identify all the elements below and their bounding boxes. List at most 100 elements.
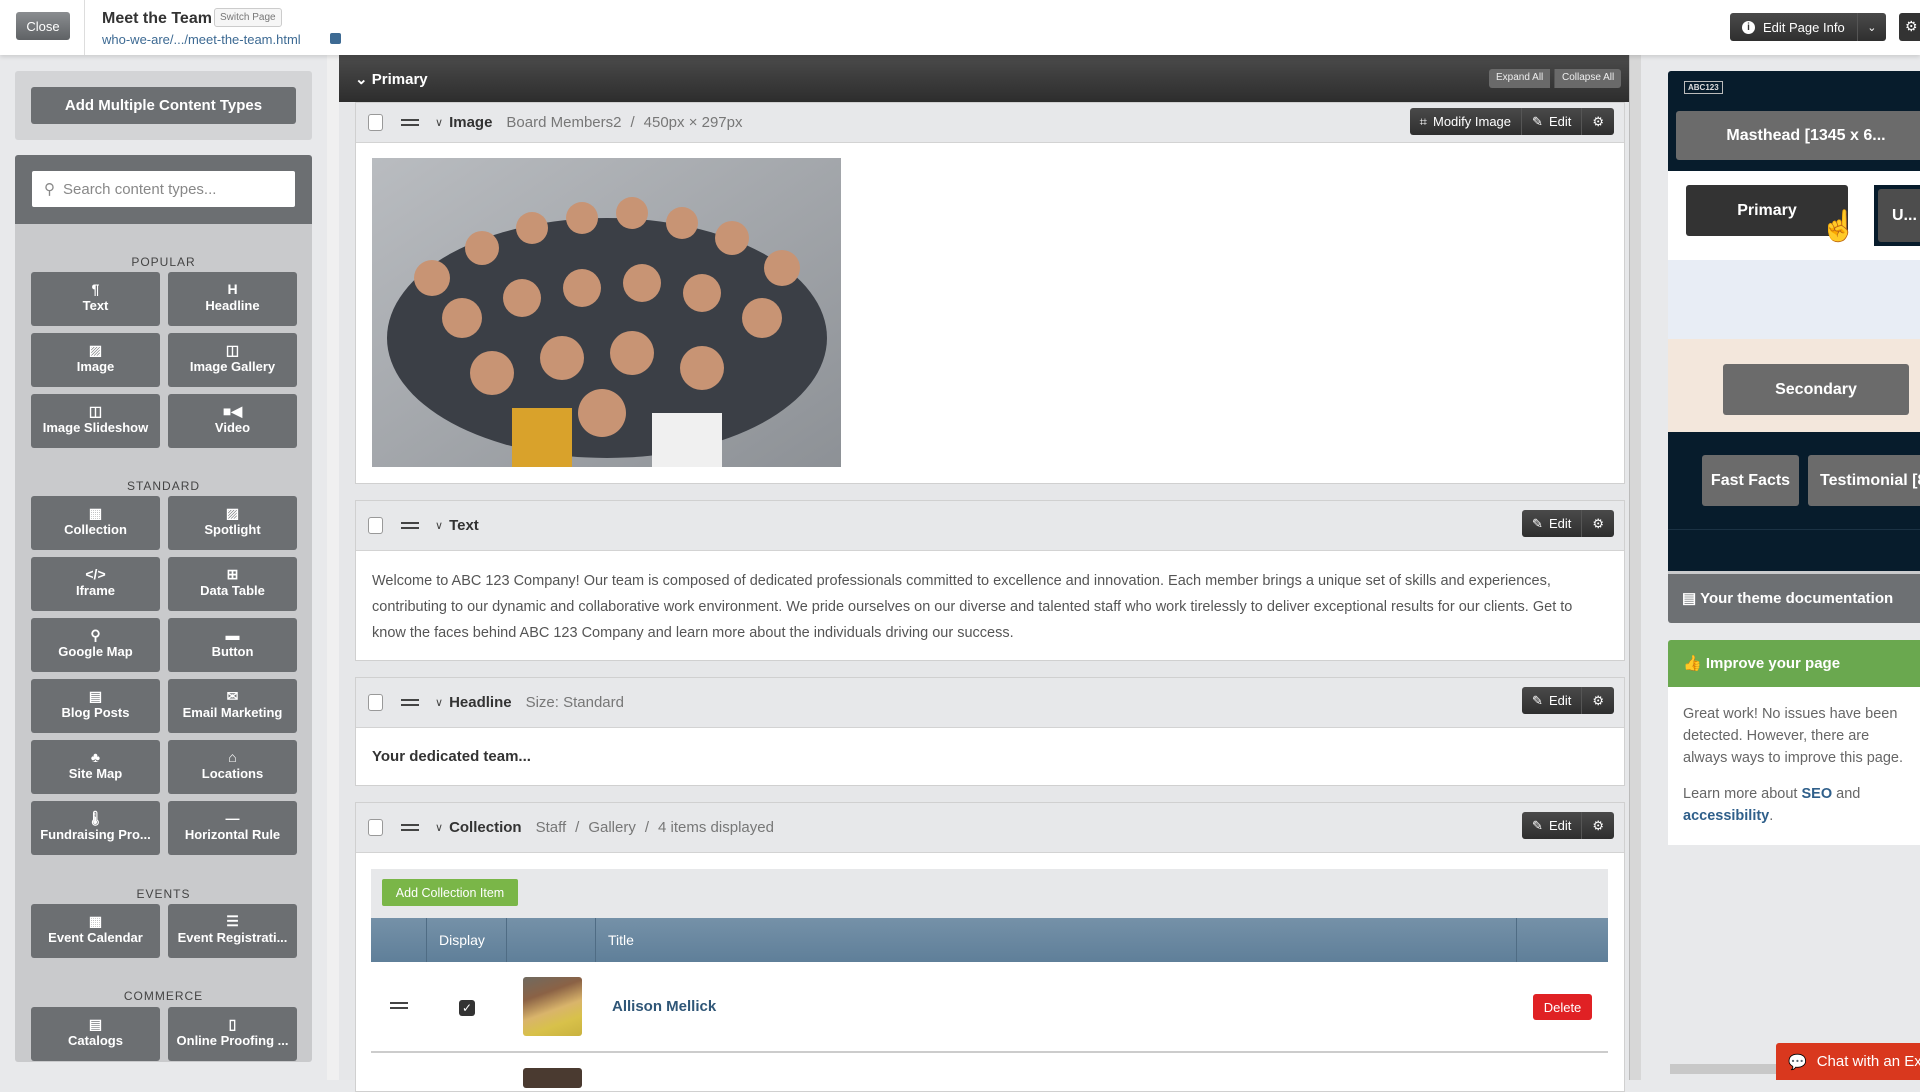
content-type-headline[interactable]: H Headline bbox=[168, 272, 297, 326]
content-type-collection[interactable]: ▦ Collection bbox=[31, 496, 160, 550]
content-type-label: Iframe bbox=[75, 583, 116, 598]
modify-image-button[interactable]: ⌗ Modify Image bbox=[1410, 108, 1523, 135]
block-settings-button[interactable]: ⚙ bbox=[1582, 812, 1614, 839]
content-type-label: Locations bbox=[201, 766, 264, 781]
content-type-icon: ▤ bbox=[88, 688, 103, 704]
theme-documentation-link[interactable]: ▤ Your theme documentation bbox=[1668, 574, 1920, 623]
block-settings-button[interactable]: ⚙ bbox=[1582, 687, 1614, 714]
display-checkbox[interactable]: ✓ bbox=[459, 1000, 475, 1016]
content-type-icon: ⊞ bbox=[226, 566, 239, 582]
info-icon: i bbox=[1742, 20, 1755, 34]
headline-block: ∨ Headline Size: Standard ✎ Edit ⚙ Your d… bbox=[355, 677, 1625, 786]
content-type-email-marketing[interactable]: ✉ Email Marketing bbox=[168, 679, 297, 733]
content-type-horizontal-rule[interactable]: — Horizontal Rule bbox=[168, 801, 297, 855]
content-type-image[interactable]: ▨ Image bbox=[31, 333, 160, 387]
sidebar-scrollbar[interactable] bbox=[327, 55, 339, 1080]
column-header-display[interactable]: Display bbox=[427, 918, 507, 962]
drag-handle-icon[interactable] bbox=[401, 824, 419, 831]
settings-button[interactable]: ⚙ bbox=[1899, 13, 1920, 41]
content-type-label: Button bbox=[211, 644, 254, 659]
content-type-icon: H bbox=[227, 281, 238, 297]
fast-facts-region-button[interactable]: Fast Facts bbox=[1702, 455, 1799, 506]
seo-link[interactable]: SEO bbox=[1802, 786, 1833, 802]
edit-button[interactable]: ✎ Edit bbox=[1522, 510, 1583, 537]
chat-button[interactable]: 💬 Chat with an Ex bbox=[1776, 1043, 1920, 1080]
pencil-icon: ✎ bbox=[1532, 113, 1543, 129]
block-settings-button[interactable]: ⚙ bbox=[1582, 510, 1614, 537]
content-type-locations[interactable]: ⌂ Locations bbox=[168, 740, 297, 794]
region-header-primary: ⌄ Primary Expand All Collapse All bbox=[339, 55, 1629, 102]
block-checkbox[interactable] bbox=[368, 694, 383, 711]
block-toolbar: ⌗ Modify Image ✎ Edit ⚙ bbox=[1409, 108, 1614, 135]
content-type-icon: ▨ bbox=[225, 505, 240, 521]
text-body: Welcome to ABC 123 Company! Our team is … bbox=[372, 573, 1573, 641]
content-type-fundraising-pro[interactable]: 🌡 Fundraising Pro... bbox=[31, 801, 160, 855]
content-type-icon: ▯ bbox=[228, 1016, 237, 1032]
testimonial-region-button[interactable]: Testimonial [8 bbox=[1808, 455, 1920, 506]
content-type-label: Spotlight bbox=[204, 522, 261, 537]
chevron-down-icon[interactable]: ∨ bbox=[435, 696, 443, 709]
content-type-icon: ▨ bbox=[88, 342, 103, 358]
drag-handle-icon[interactable] bbox=[390, 1002, 408, 1009]
collection-table-header: Display Title bbox=[371, 918, 1608, 962]
content-type-blog-posts[interactable]: ▤ Blog Posts bbox=[31, 679, 160, 733]
block-checkbox[interactable] bbox=[368, 517, 383, 534]
switch-page-button[interactable]: Switch Page bbox=[214, 8, 282, 27]
drag-handle-icon[interactable] bbox=[401, 522, 419, 529]
chevron-down-icon[interactable]: ∨ bbox=[435, 821, 443, 834]
chevron-down-icon[interactable]: ∨ bbox=[435, 519, 443, 532]
content-type-site-map[interactable]: ♣ Site Map bbox=[31, 740, 160, 794]
content-type-text[interactable]: ¶ Text bbox=[31, 272, 160, 326]
section-heading: STANDARD bbox=[126, 479, 201, 493]
region-title[interactable]: ⌄ Primary bbox=[355, 70, 428, 88]
expand-all-button[interactable]: Expand All bbox=[1489, 69, 1551, 88]
table-row bbox=[371, 1055, 1608, 1088]
column-header-title[interactable]: Title bbox=[596, 918, 1517, 962]
pencil-icon: ✎ bbox=[1532, 692, 1543, 708]
block-checkbox[interactable] bbox=[368, 819, 383, 836]
item-title-link[interactable]: Allison Mellick bbox=[612, 998, 716, 1015]
content-type-label: Horizontal Rule bbox=[184, 827, 281, 842]
collapse-all-button[interactable]: Collapse All bbox=[1554, 69, 1622, 88]
u-region-button[interactable]: U... bbox=[1878, 189, 1920, 242]
block-settings-button[interactable]: ⚙ bbox=[1582, 108, 1614, 135]
masthead-region-button[interactable]: Masthead [1345 x 6... bbox=[1676, 111, 1920, 160]
headline-text: Your dedicated team... bbox=[372, 748, 531, 765]
chevron-down-icon[interactable]: ⌄ bbox=[1858, 21, 1886, 34]
content-type-data-table[interactable]: ⊞ Data Table bbox=[168, 557, 297, 611]
close-button[interactable]: Close bbox=[16, 12, 70, 40]
delete-button[interactable]: Delete bbox=[1533, 994, 1592, 1020]
secondary-region-button[interactable]: Secondary bbox=[1723, 364, 1909, 415]
block-checkbox[interactable] bbox=[368, 114, 383, 131]
content-type-google-map[interactable]: ⚲ Google Map bbox=[31, 618, 160, 672]
edit-button[interactable]: ✎ Edit bbox=[1522, 108, 1583, 135]
content-type-video[interactable]: ■◀ Video bbox=[168, 394, 297, 448]
add-collection-item-button[interactable]: Add Collection Item bbox=[382, 879, 518, 906]
edit-button[interactable]: ✎ Edit bbox=[1522, 687, 1583, 714]
content-type-label: Catalogs bbox=[68, 1033, 123, 1048]
content-type-event-calendar[interactable]: ▦ Event Calendar bbox=[31, 904, 160, 958]
block-toolbar: ✎ Edit ⚙ bbox=[1522, 510, 1614, 537]
content-type-image-gallery[interactable]: ◫ Image Gallery bbox=[168, 333, 297, 387]
edit-page-info-button[interactable]: i Edit Page Info ⌄ bbox=[1730, 13, 1886, 41]
content-type-button[interactable]: ▬ Button bbox=[168, 618, 297, 672]
content-type-catalogs[interactable]: ▤ Catalogs bbox=[31, 1007, 160, 1061]
drag-handle-icon[interactable] bbox=[401, 119, 419, 126]
horizontal-scrollbar[interactable] bbox=[1670, 1064, 1780, 1074]
content-type-spotlight[interactable]: ▨ Spotlight bbox=[168, 496, 297, 550]
drag-handle-icon[interactable] bbox=[401, 699, 419, 706]
accessibility-link[interactable]: accessibility bbox=[1683, 808, 1769, 824]
main-scrollbar[interactable] bbox=[1629, 55, 1641, 1080]
content-type-event-registrati[interactable]: ☰ Event Registrati... bbox=[168, 904, 297, 958]
external-link-icon[interactable] bbox=[330, 33, 341, 44]
content-type-iframe[interactable]: </> Iframe bbox=[31, 557, 160, 611]
page-url-link[interactable]: who-we-are/.../meet-the-team.html bbox=[102, 32, 301, 47]
improve-page-body: Great work! No issues have been detected… bbox=[1668, 687, 1920, 845]
content-type-image-slideshow[interactable]: ◫ Image Slideshow bbox=[31, 394, 160, 448]
edit-button[interactable]: ✎ Edit bbox=[1522, 812, 1583, 839]
image-block: ∨ Image Board Members2/450px × 297px ⌗ Mo… bbox=[355, 102, 1625, 484]
search-content-types-input[interactable]: ⚲ Search content types... bbox=[32, 171, 295, 207]
content-type-online-proofing[interactable]: ▯ Online Proofing ... bbox=[168, 1007, 297, 1061]
chevron-down-icon[interactable]: ∨ bbox=[435, 116, 443, 129]
add-multiple-content-types-button[interactable]: Add Multiple Content Types bbox=[31, 87, 296, 124]
